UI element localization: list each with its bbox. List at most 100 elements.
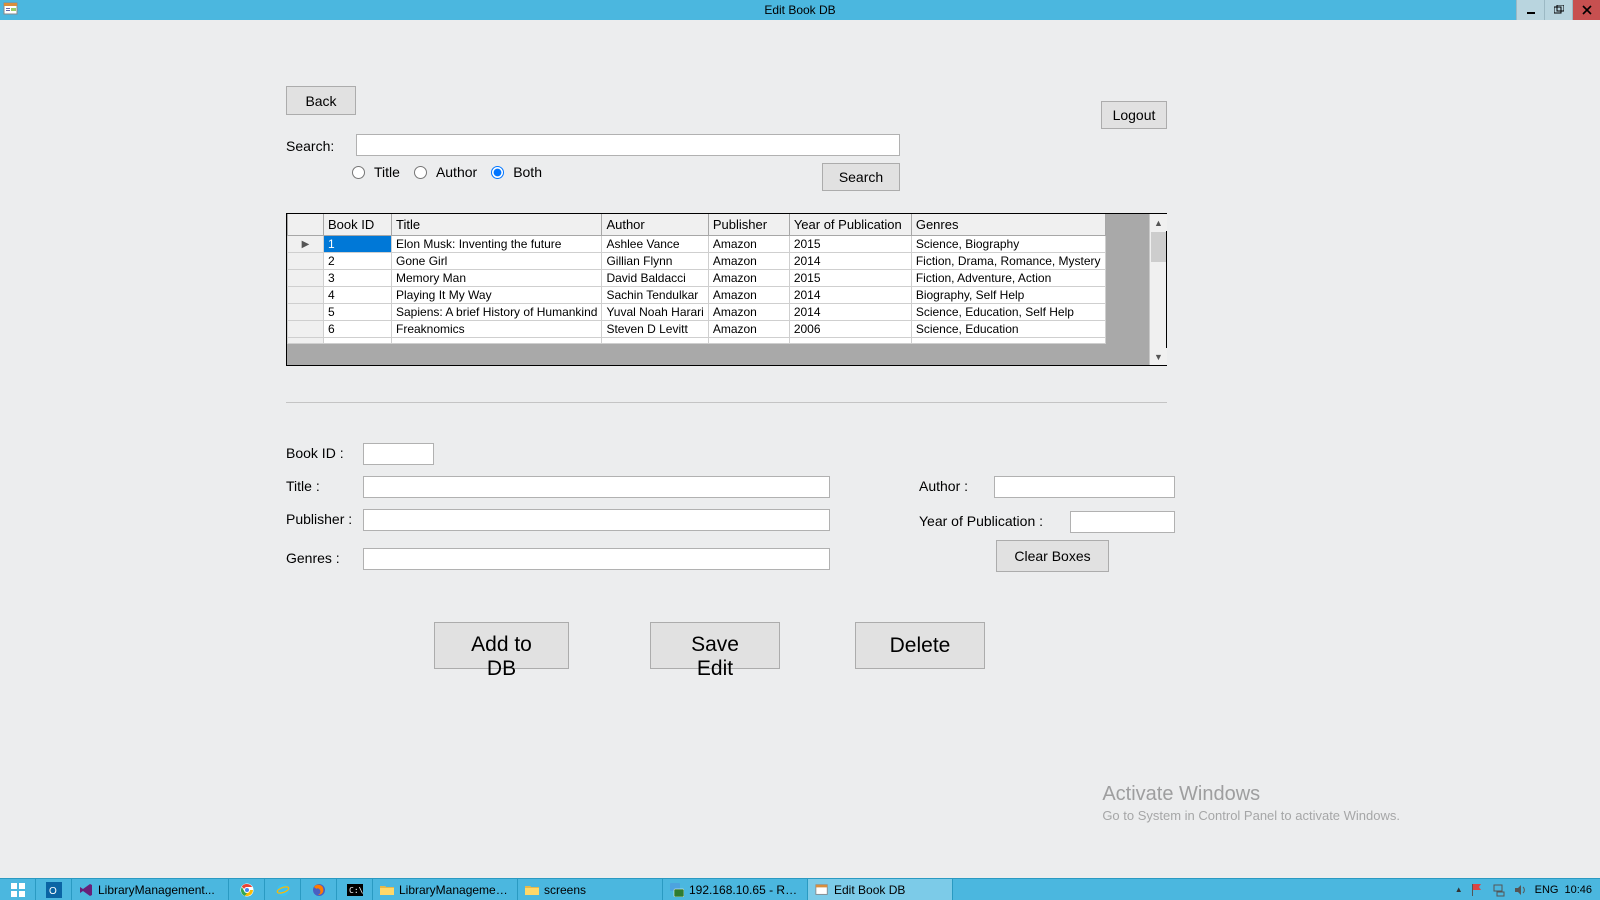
radio-author[interactable] xyxy=(414,166,427,179)
cell-year[interactable]: 2014 xyxy=(789,304,911,321)
col-book-id[interactable]: Book ID xyxy=(324,214,392,236)
cell-author[interactable]: Steven D Levitt xyxy=(602,321,708,338)
cell-title[interactable]: Freaknomics xyxy=(392,321,602,338)
taskbar-folder-2[interactable]: screens xyxy=(518,879,663,900)
cell-id[interactable]: 3 xyxy=(324,270,392,287)
table-row[interactable] xyxy=(288,338,1106,344)
taskbar-visualstudio[interactable]: LibraryManagement... xyxy=(72,879,229,900)
scroll-up-icon[interactable]: ▲ xyxy=(1150,214,1167,231)
cell-id[interactable]: 6 xyxy=(324,321,392,338)
row-indicator[interactable]: ▶ xyxy=(288,236,324,253)
cell-title[interactable]: Elon Musk: Inventing the future xyxy=(392,236,602,253)
logout-button[interactable]: Logout xyxy=(1101,101,1167,129)
cell-id[interactable]: 1 xyxy=(324,236,392,253)
maximize-button[interactable] xyxy=(1544,0,1572,20)
taskbar-current-app[interactable]: Edit Book DB xyxy=(808,879,953,900)
taskbar-outlook[interactable]: O xyxy=(36,879,72,900)
cell-publisher[interactable]: Amazon xyxy=(708,304,789,321)
tray-overflow-icon[interactable]: ▲ xyxy=(1455,885,1463,894)
grid-scrollbar[interactable]: ▲ ▼ xyxy=(1149,214,1166,365)
table-row[interactable]: 5Sapiens: A brief History of HumankindYu… xyxy=(288,304,1106,321)
tray-network-icon[interactable] xyxy=(1491,882,1507,898)
cell-genres[interactable]: Fiction, Adventure, Action xyxy=(911,270,1105,287)
scroll-thumb[interactable] xyxy=(1151,232,1166,262)
cell-author[interactable]: David Baldacci xyxy=(602,270,708,287)
cell-publisher[interactable]: Amazon xyxy=(708,321,789,338)
table-row[interactable]: 4Playing It My WaySachin TendulkarAmazon… xyxy=(288,287,1106,304)
row-indicator[interactable] xyxy=(288,253,324,270)
delete-button[interactable]: Delete xyxy=(855,622,985,669)
row-indicator[interactable] xyxy=(288,321,324,338)
cell-publisher[interactable]: Amazon xyxy=(708,270,789,287)
scroll-down-icon[interactable]: ▼ xyxy=(1150,348,1167,365)
cell-author[interactable]: Ashlee Vance xyxy=(602,236,708,253)
cell-year[interactable]: 2014 xyxy=(789,253,911,270)
col-author[interactable]: Author xyxy=(602,214,708,236)
svg-text:O: O xyxy=(49,886,57,897)
cell-author[interactable]: Sachin Tendulkar xyxy=(602,287,708,304)
row-indicator[interactable] xyxy=(288,304,324,321)
cell-genres[interactable]: Fiction, Drama, Romance, Mystery xyxy=(911,253,1105,270)
cell-publisher[interactable]: Amazon xyxy=(708,287,789,304)
cell-year[interactable]: 2006 xyxy=(789,321,911,338)
row-indicator[interactable] xyxy=(288,287,324,304)
col-genres[interactable]: Genres xyxy=(911,214,1105,236)
minimize-button[interactable] xyxy=(1516,0,1544,20)
author-field[interactable] xyxy=(994,476,1175,498)
cell-author[interactable]: Gillian Flynn xyxy=(602,253,708,270)
cell-title[interactable]: Sapiens: A brief History of Humankind xyxy=(392,304,602,321)
start-button[interactable] xyxy=(0,879,36,900)
row-header-blank[interactable] xyxy=(288,214,324,236)
taskbar-folder-1[interactable]: LibraryManagement... xyxy=(373,879,518,900)
cell-author[interactable]: Yuval Noah Harari xyxy=(602,304,708,321)
year-field[interactable] xyxy=(1070,511,1175,533)
tray-clock[interactable]: 10:46 xyxy=(1564,884,1592,896)
col-title[interactable]: Title xyxy=(392,214,602,236)
genres-field[interactable] xyxy=(363,548,830,570)
radio-both[interactable] xyxy=(491,166,504,179)
cell-year[interactable]: 2015 xyxy=(789,236,911,253)
cell-year[interactable]: 2014 xyxy=(789,287,911,304)
table-row[interactable]: ▶1Elon Musk: Inventing the futureAshlee … xyxy=(288,236,1106,253)
cell-title[interactable]: Gone Girl xyxy=(392,253,602,270)
clear-boxes-button[interactable]: Clear Boxes xyxy=(996,540,1109,572)
taskbar-firefox[interactable] xyxy=(301,879,337,900)
taskbar-cmd[interactable]: C:\ xyxy=(337,879,373,900)
col-year[interactable]: Year of Publication xyxy=(789,214,911,236)
back-button[interactable]: Back xyxy=(286,86,356,115)
title-field[interactable] xyxy=(363,476,830,498)
cell-genres[interactable]: Science, Education, Self Help xyxy=(911,304,1105,321)
table-row[interactable]: 2Gone GirlGillian FlynnAmazon2014Fiction… xyxy=(288,253,1106,270)
tray-flag-icon[interactable] xyxy=(1469,882,1485,898)
row-indicator[interactable] xyxy=(288,270,324,287)
cell-id[interactable]: 4 xyxy=(324,287,392,304)
cell-id[interactable]: 5 xyxy=(324,304,392,321)
cell-title[interactable]: Playing It My Way xyxy=(392,287,602,304)
save-edit-button[interactable]: Save Edit xyxy=(650,622,780,669)
table-row[interactable]: 6FreaknomicsSteven D LevittAmazon2006Sci… xyxy=(288,321,1106,338)
cell-genres[interactable]: Science, Biography xyxy=(911,236,1105,253)
close-button[interactable] xyxy=(1572,0,1600,20)
cell-id[interactable]: 2 xyxy=(324,253,392,270)
taskbar-rdp[interactable]: 192.168.10.65 - Remo... xyxy=(663,879,808,900)
radio-title[interactable] xyxy=(352,166,365,179)
taskbar-chrome[interactable] xyxy=(229,879,265,900)
tray-language[interactable]: ENG xyxy=(1535,884,1559,896)
cell-title[interactable]: Memory Man xyxy=(392,270,602,287)
cell-publisher[interactable]: Amazon xyxy=(708,253,789,270)
cell-genres[interactable]: Science, Education xyxy=(911,321,1105,338)
table-row[interactable]: 3Memory ManDavid BaldacciAmazon2015Ficti… xyxy=(288,270,1106,287)
cell-publisher[interactable]: Amazon xyxy=(708,236,789,253)
cell-genres[interactable]: Biography, Self Help xyxy=(911,287,1105,304)
search-input[interactable] xyxy=(356,134,900,156)
add-to-db-button[interactable]: Add to DB xyxy=(434,622,569,669)
year-label: Year of Publication : xyxy=(919,513,1043,529)
books-datagrid[interactable]: Book ID Title Author Publisher Year of P… xyxy=(286,213,1167,366)
cell-year[interactable]: 2015 xyxy=(789,270,911,287)
search-button[interactable]: Search xyxy=(822,163,900,191)
taskbar-ie[interactable] xyxy=(265,879,301,900)
book-id-field[interactable] xyxy=(363,443,434,465)
tray-volume-icon[interactable] xyxy=(1513,882,1529,898)
publisher-field[interactable] xyxy=(363,509,830,531)
col-publisher[interactable]: Publisher xyxy=(708,214,789,236)
